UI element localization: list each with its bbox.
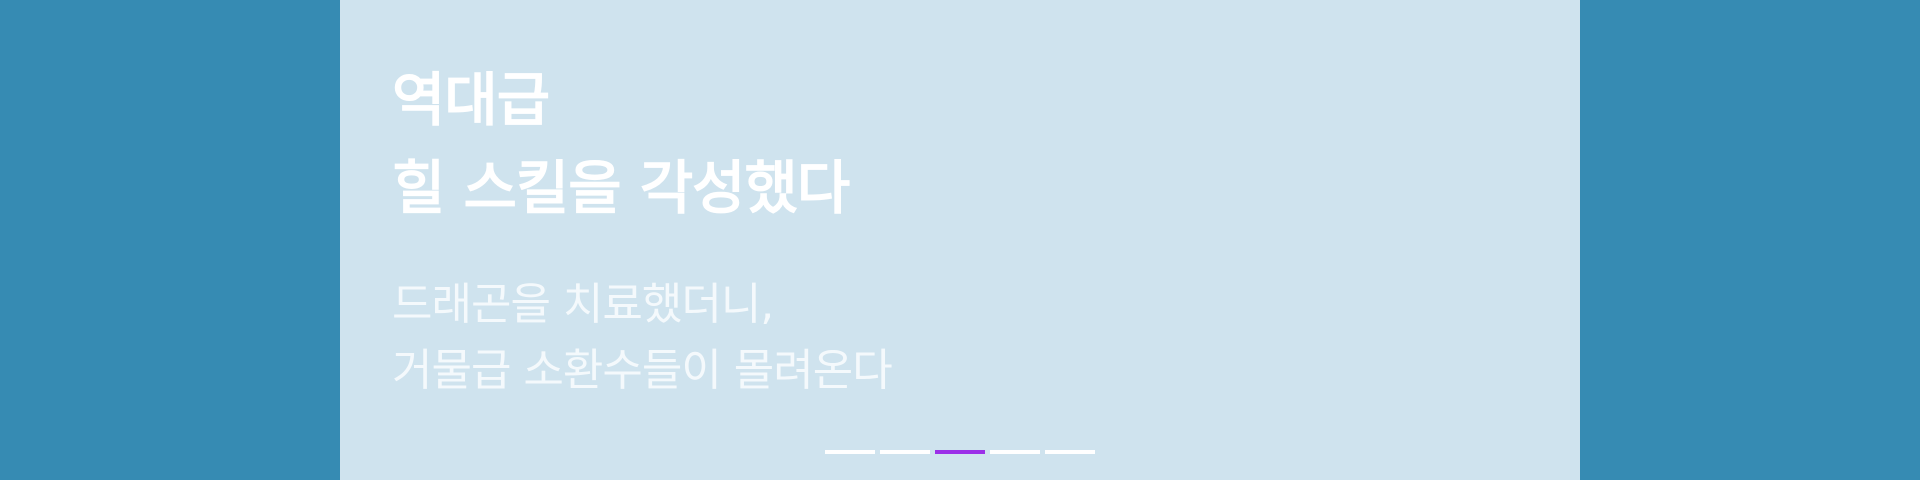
pager-indicator-4[interactable] [990,450,1040,454]
banner-subtext: 드래곤을 치료했더니, 거물급 소환수들이 몰려온다 [392,272,893,404]
pager-indicator-5[interactable] [1045,450,1095,454]
banner-headline: 역대급 힐 스킬을 각성했다 [392,56,850,232]
subtext-line-2: 거물급 소환수들이 몰려온다 [392,345,893,396]
promo-banner[interactable]: 역대급 힐 스킬을 각성했다 드래곤을 치료했더니, 거물급 소환수들이 몰려온… [340,0,1580,480]
page: 역대급 힐 스킬을 각성했다 드래곤을 치료했더니, 거물급 소환수들이 몰려온… [0,0,1920,480]
subtext-line-1: 드래곤을 치료했더니, [392,279,774,330]
pager-indicator-3[interactable] [935,450,985,454]
pager-indicator-1[interactable] [825,450,875,454]
carousel-pager [825,450,1095,454]
pager-indicator-2[interactable] [880,450,930,454]
headline-line-2: 힐 스킬을 각성했다 [392,154,850,222]
headline-line-1: 역대급 [392,66,550,134]
